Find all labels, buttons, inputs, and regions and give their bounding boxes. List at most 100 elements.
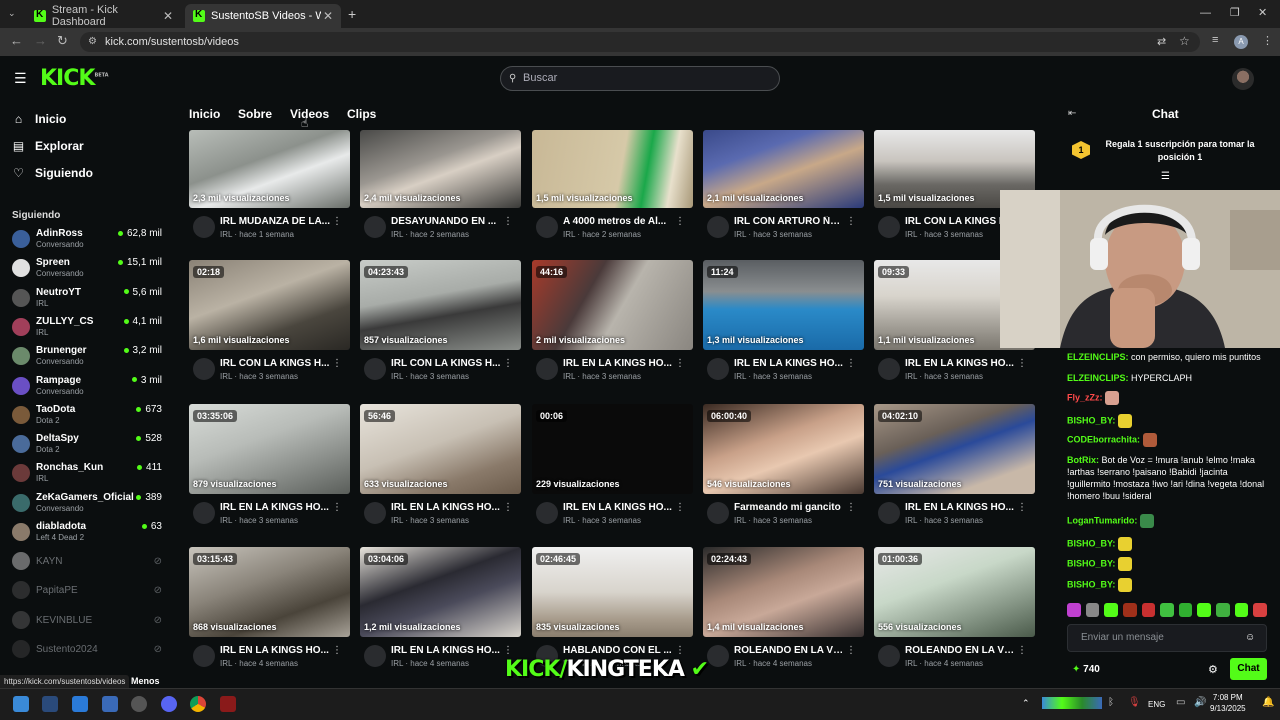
collapse-chat-icon[interactable]: ⇤ bbox=[1068, 108, 1076, 119]
video-title[interactable]: IRL CON LA KINGS H... bbox=[391, 358, 501, 369]
video-thumbnail[interactable]: 01:00:36 556 visualizaciones bbox=[874, 547, 1035, 637]
chat-username[interactable]: BISHO_BY: bbox=[1067, 579, 1115, 589]
video-options-icon[interactable]: ⋮ bbox=[675, 502, 685, 513]
new-tab-icon[interactable]: + bbox=[348, 6, 356, 22]
video-options-icon[interactable]: ⋮ bbox=[846, 502, 856, 513]
video-card[interactable]: 03:15:43 868 visualizaciones IRL EN LA KIN… bbox=[189, 547, 350, 681]
notifications-icon[interactable]: 🔔 bbox=[1262, 697, 1274, 708]
following-channel-item[interactable]: Spreen Conversando 15,1 mil bbox=[12, 257, 162, 285]
channel-avatar[interactable] bbox=[364, 502, 386, 524]
chrome-icon[interactable] bbox=[190, 696, 206, 712]
chat-username[interactable]: BotRix: bbox=[1067, 455, 1099, 465]
video-title[interactable]: A 4000 metros de Al... bbox=[563, 216, 673, 227]
channel-points[interactable]: ✦ 740 bbox=[1072, 664, 1100, 675]
video-title[interactable]: IRL CON ARTURO ÑA... bbox=[734, 216, 844, 227]
video-options-icon[interactable]: ⋮ bbox=[675, 216, 685, 227]
video-thumbnail[interactable]: 11:24 1,3 mil visualizaciones bbox=[703, 260, 864, 350]
emote-icon[interactable] bbox=[1085, 603, 1100, 617]
video-title[interactable]: ROLEANDO EN LA VI... bbox=[905, 645, 1015, 656]
reload-icon[interactable]: ↻ bbox=[57, 33, 68, 49]
channel-avatar[interactable] bbox=[364, 358, 386, 380]
profile-avatar[interactable]: A bbox=[1234, 35, 1248, 49]
close-tab-icon[interactable]: ✕ bbox=[323, 9, 333, 23]
video-card[interactable]: 04:23:43 857 visualizaciones IRL CON LA KI… bbox=[360, 260, 521, 394]
video-card[interactable]: 04:02:10 751 visualizaciones IRL EN LA KIN… bbox=[874, 404, 1035, 538]
steam-icon[interactable] bbox=[42, 696, 58, 712]
emote-icon[interactable] bbox=[1141, 603, 1156, 617]
system-clock[interactable]: 7:08 PM 9/13/2025 bbox=[1210, 692, 1246, 714]
video-card[interactable]: 01:00:36 556 visualizaciones ROLEANDO EN L… bbox=[874, 547, 1035, 681]
channel-avatar[interactable] bbox=[193, 358, 215, 380]
chat-username[interactable]: ELZEINCLIPS: bbox=[1067, 373, 1129, 383]
video-options-icon[interactable]: ⋮ bbox=[332, 645, 342, 656]
video-title[interactable]: IRL MUDANZA DE LA... bbox=[220, 216, 330, 227]
back-icon[interactable]: ← bbox=[10, 33, 23, 48]
video-thumbnail[interactable]: 1,5 mil visualizaciones bbox=[532, 130, 693, 208]
video-title[interactable]: IRL EN LA KINGS HO... bbox=[905, 502, 1015, 513]
sidebar-item-siguiendo[interactable]: ♡ Siguiendo bbox=[12, 166, 93, 180]
video-card[interactable]: 2,4 mil visualizaciones DESAYUNANDO EN ..… bbox=[360, 118, 521, 252]
minimize-icon[interactable]: — bbox=[1200, 7, 1211, 19]
emote-icon[interactable] bbox=[1067, 603, 1081, 617]
offline-channel-item[interactable]: KEVINBLUE ⊘ bbox=[12, 609, 162, 637]
following-channel-item[interactable]: Ronchas_Kun IRL 411 bbox=[12, 462, 162, 490]
channel-avatar[interactable] bbox=[193, 502, 215, 524]
video-title[interactable]: IRL EN LA KINGS HO... bbox=[734, 358, 844, 369]
video-options-icon[interactable]: ⋮ bbox=[503, 216, 513, 227]
offline-channel-item[interactable]: KAYN ⊘ bbox=[12, 550, 162, 578]
language-indicator[interactable]: ENG bbox=[1148, 700, 1165, 709]
chat-settings-icon[interactable]: ⚙ bbox=[1208, 663, 1218, 676]
channel-avatar[interactable] bbox=[193, 216, 215, 238]
video-options-icon[interactable]: ⋮ bbox=[332, 216, 342, 227]
discord-icon[interactable] bbox=[161, 696, 177, 712]
channel-avatar[interactable] bbox=[878, 645, 900, 667]
video-thumbnail[interactable]: 2,1 mil visualizaciones bbox=[703, 130, 864, 208]
channel-avatar[interactable] bbox=[364, 216, 386, 238]
video-title[interactable]: DESAYUNANDO EN ... bbox=[391, 216, 501, 227]
video-options-icon[interactable]: ⋮ bbox=[1017, 502, 1027, 513]
tab-search-list-icon[interactable]: ≡ bbox=[1212, 34, 1218, 46]
video-title[interactable]: IRL CON LA KINGS H... bbox=[220, 358, 330, 369]
video-thumbnail[interactable]: 02:18 1,6 mil visualizaciones bbox=[189, 260, 350, 350]
bookmark-star-icon[interactable]: ☆ bbox=[1179, 34, 1190, 48]
video-thumbnail[interactable]: 2,3 mil visualizaciones bbox=[189, 130, 350, 208]
video-thumbnail[interactable]: 56:46 633 visualizaciones bbox=[360, 404, 521, 494]
channel-avatar[interactable] bbox=[707, 645, 729, 667]
video-card[interactable]: 03:04:06 1,2 mil visualizaciones IRL EN LA… bbox=[360, 547, 521, 681]
microphone-icon[interactable]: 🎙 bbox=[1128, 697, 1141, 708]
pinned-toggle-icon[interactable]: ☰ bbox=[1161, 171, 1170, 182]
close-window-icon[interactable]: ✕ bbox=[1258, 6, 1267, 19]
video-title[interactable]: IRL EN LA KINGS HO... bbox=[905, 358, 1015, 369]
tab-search-icon[interactable]: ⌄ bbox=[8, 8, 16, 19]
obs-icon[interactable] bbox=[131, 696, 147, 712]
video-options-icon[interactable]: ⋮ bbox=[503, 358, 513, 369]
site-info-icon[interactable]: ⚙ bbox=[88, 32, 97, 52]
video-title[interactable]: IRL EN LA KINGS HO... bbox=[220, 645, 330, 656]
channel-avatar[interactable] bbox=[878, 216, 900, 238]
video-thumbnail[interactable]: 02:46:45 835 visualizaciones bbox=[532, 547, 693, 637]
video-title[interactable]: IRL EN LA KINGS HO... bbox=[563, 502, 673, 513]
channel-avatar[interactable] bbox=[707, 358, 729, 380]
following-channel-item[interactable]: NeutroYT IRL 5,6 mil bbox=[12, 287, 162, 315]
video-title[interactable]: IRL EN LA KINGS HO... bbox=[391, 502, 501, 513]
sidebar-item-inicio[interactable]: ⌂ Inicio bbox=[12, 112, 66, 126]
video-thumbnail[interactable]: 04:23:43 857 visualizaciones bbox=[360, 260, 521, 350]
video-card[interactable]: 02:18 1,6 mil visualizaciones IRL CON LA K… bbox=[189, 260, 350, 394]
video-options-icon[interactable]: ⋮ bbox=[1017, 645, 1027, 656]
emote-icon[interactable] bbox=[1160, 603, 1174, 617]
video-options-icon[interactable]: ⋮ bbox=[503, 645, 513, 656]
video-card[interactable]: 00:06 229 visualizaciones IRL EN LA KINGS … bbox=[532, 404, 693, 538]
forward-icon[interactable]: → bbox=[34, 33, 47, 48]
emote-icon[interactable] bbox=[1122, 603, 1137, 617]
chat-username[interactable]: ELZEINCLIPS: bbox=[1067, 352, 1129, 362]
user-avatar[interactable] bbox=[1232, 68, 1254, 90]
video-options-icon[interactable]: ⋮ bbox=[332, 358, 342, 369]
video-card[interactable]: 03:35:06 879 visualizaciones IRL EN LA KIN… bbox=[189, 404, 350, 538]
video-options-icon[interactable]: ⋮ bbox=[846, 358, 856, 369]
video-card[interactable]: 2,1 mil visualizaciones IRL CON ARTURO ÑA… bbox=[703, 118, 864, 252]
emoji-picker-icon[interactable]: ☺ bbox=[1245, 632, 1255, 643]
following-channel-item[interactable]: DeltaSpy Dota 2 528 bbox=[12, 433, 162, 461]
channel-avatar[interactable] bbox=[536, 216, 558, 238]
video-thumbnail[interactable]: 03:15:43 868 visualizaciones bbox=[189, 547, 350, 637]
video-title[interactable]: IRL EN LA KINGS HO... bbox=[563, 358, 673, 369]
